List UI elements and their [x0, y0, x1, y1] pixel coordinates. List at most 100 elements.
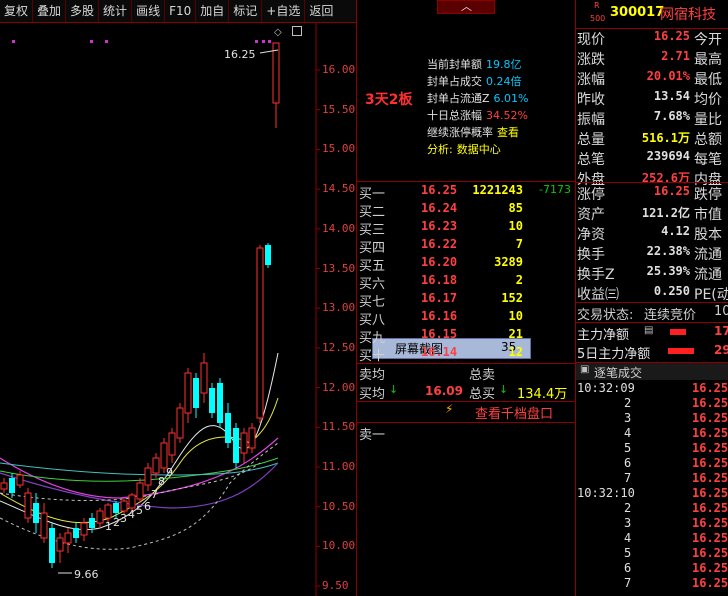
bid-price: 16.25 — [421, 183, 458, 197]
candle — [200, 353, 208, 403]
r-badge-bottom: 500 — [590, 14, 606, 23]
bid-label: 买五 — [359, 259, 386, 274]
tick-row[interactable]: 3 16.25 — [576, 516, 728, 532]
bid-label: 买十 — [359, 349, 386, 364]
price-level-label: 11.50 — [322, 420, 356, 434]
bid-label: 买二 — [359, 205, 386, 220]
bid-price: 16.23 — [421, 219, 458, 233]
bid-volume: 21 — [508, 327, 523, 341]
quote-row: 现价 16.25 今开 — [576, 29, 728, 49]
statistics-button[interactable]: 统计 — [99, 0, 133, 22]
price-level-label: 9.50 — [322, 579, 349, 593]
candle — [64, 528, 72, 553]
tick-index: 4 — [624, 426, 632, 440]
tick-row[interactable]: 4 16.25 — [576, 531, 728, 547]
fund-flow-value: 17 — [714, 324, 728, 338]
quote-label: 总笔 — [577, 152, 605, 168]
seal-info-label: 十日总涨幅 — [427, 109, 482, 122]
quote-label: 资产 — [577, 207, 605, 223]
candle — [217, 378, 223, 428]
quote-row: 昨收 13.54 均价 — [576, 89, 728, 109]
maximize-icon[interactable] — [292, 26, 302, 36]
back-button[interactable]: 返回 — [305, 0, 337, 22]
bid-row[interactable]: 买十 16.14 12 — [357, 345, 575, 364]
bid-row[interactable]: 买一 16.25 1221243 -7173 — [357, 183, 575, 202]
tick-row[interactable]: 4 16.25 — [576, 426, 728, 442]
down-arrow-icon: ↓ — [499, 383, 509, 396]
bid-volume: 1221243 — [472, 183, 523, 197]
quote-value: 13.54 — [653, 89, 690, 103]
tick-index: 7 — [624, 576, 632, 590]
quote-label: 现价 — [577, 32, 605, 48]
bid-row[interactable]: 买二 16.24 85 — [357, 201, 575, 220]
seal-info-line[interactable]: 分析: 数据中心 — [427, 141, 501, 157]
bid-row[interactable]: 买七 16.17 152 — [357, 291, 575, 310]
bid-volume: 12 — [508, 345, 523, 359]
seal-info-label: 当前封单额 — [427, 58, 482, 71]
tick-price: 16.25 — [692, 441, 728, 455]
bid-volume: 7 — [515, 237, 523, 251]
bid-label: 买八 — [359, 313, 386, 328]
candle — [168, 428, 176, 463]
mark-button[interactable]: 标记 — [229, 0, 263, 22]
bid-row[interactable]: 买五 16.20 3289 — [357, 255, 575, 274]
seal-info-line[interactable]: 继续涨停概率 查看 — [427, 124, 519, 140]
candle — [256, 245, 264, 423]
bid-label: 买七 — [359, 295, 386, 310]
down-arrow-icon: ↓ — [389, 383, 399, 396]
quote-row: 涨跌 2.71 最高 — [576, 49, 728, 69]
kline-chart[interactable]: 16.00 15.50 15.00 14.50 14.00 13.50 13.00 12.50… — [0, 23, 531, 596]
draw-line-button[interactable]: 画线 — [132, 0, 166, 22]
quote-row: 净资 4.12 股本 — [576, 224, 728, 244]
tick-row[interactable]: 6 16.25 — [576, 561, 728, 577]
fuquan-button[interactable]: 复权 — [0, 0, 34, 22]
candle — [240, 428, 248, 463]
multi-stock-button[interactable]: 多股 — [66, 0, 100, 22]
candle — [233, 423, 239, 468]
fund-flow-row[interactable]: 5日主力净额 29 — [576, 343, 728, 362]
tick-row[interactable]: 5 16.25 — [576, 546, 728, 562]
overlay-button[interactable]: 叠加 — [33, 0, 67, 22]
candle — [80, 518, 88, 541]
bid-price: 16.18 — [421, 273, 458, 287]
bid-row[interactable]: 买四 16.22 7 — [357, 237, 575, 256]
bid-row[interactable]: 买六 16.18 2 — [357, 273, 575, 292]
tick-price: 16.25 — [692, 576, 728, 590]
total-buy-value: 134.4万 — [517, 387, 568, 402]
f10-button[interactable]: F10 — [165, 0, 197, 22]
ticks-header[interactable]: ▣ 逐笔成交 — [576, 363, 728, 380]
tick-row[interactable]: 3 16.25 — [576, 411, 728, 427]
tick-row[interactable]: 10:32:09 16.25 — [576, 381, 728, 397]
tick-row[interactable]: 5 16.25 — [576, 441, 728, 457]
candlesticks — [0, 42, 280, 568]
candle — [248, 423, 256, 453]
bid-row[interactable]: 买八 16.16 10 — [357, 309, 575, 328]
candle — [144, 463, 152, 491]
bid-volume: 85 — [508, 201, 523, 215]
quote-row: 换手Z 25.39% 流通 — [576, 264, 728, 284]
fund-flow-row[interactable]: 主力净额 ▤ 17 — [576, 324, 728, 343]
tick-index: 2 — [624, 501, 632, 515]
collapse-button[interactable]: ︿ — [437, 0, 495, 14]
quote-right-label: 总额 — [694, 132, 722, 148]
tick-row[interactable]: 6 16.25 — [576, 456, 728, 472]
tick-row[interactable]: 2 16.25 — [576, 501, 728, 517]
fund-flow-value: 29 — [714, 343, 728, 357]
bid-row[interactable]: 买九 16.15 21 — [357, 327, 575, 346]
tick-row[interactable]: 7 16.25 — [576, 471, 728, 487]
tick-row[interactable]: 7 16.25 — [576, 576, 728, 592]
add-watchlist-button[interactable]: +自选 — [262, 0, 306, 22]
tick-row[interactable]: 10:32:10 16.25 — [576, 486, 728, 502]
bid-volume: 2 — [515, 273, 523, 287]
view-thousand-link[interactable]: 查看千档盘口 — [475, 403, 553, 422]
diamond-icon[interactable]: ◇ — [274, 27, 282, 38]
tick-row[interactable]: 2 16.25 — [576, 396, 728, 412]
candle — [49, 523, 55, 568]
trade-status-value: 连续竞价 — [644, 308, 697, 323]
tick-index: 7 — [624, 471, 632, 485]
r-badge-top: R — [594, 1, 600, 10]
bid-row[interactable]: 买三 16.23 10 — [357, 219, 575, 238]
add-custom-button[interactable]: 加自 — [196, 0, 230, 22]
quote-row: 资产 121.2亿 市值 — [576, 204, 728, 224]
menu-icon[interactable]: ▤ — [644, 325, 653, 336]
